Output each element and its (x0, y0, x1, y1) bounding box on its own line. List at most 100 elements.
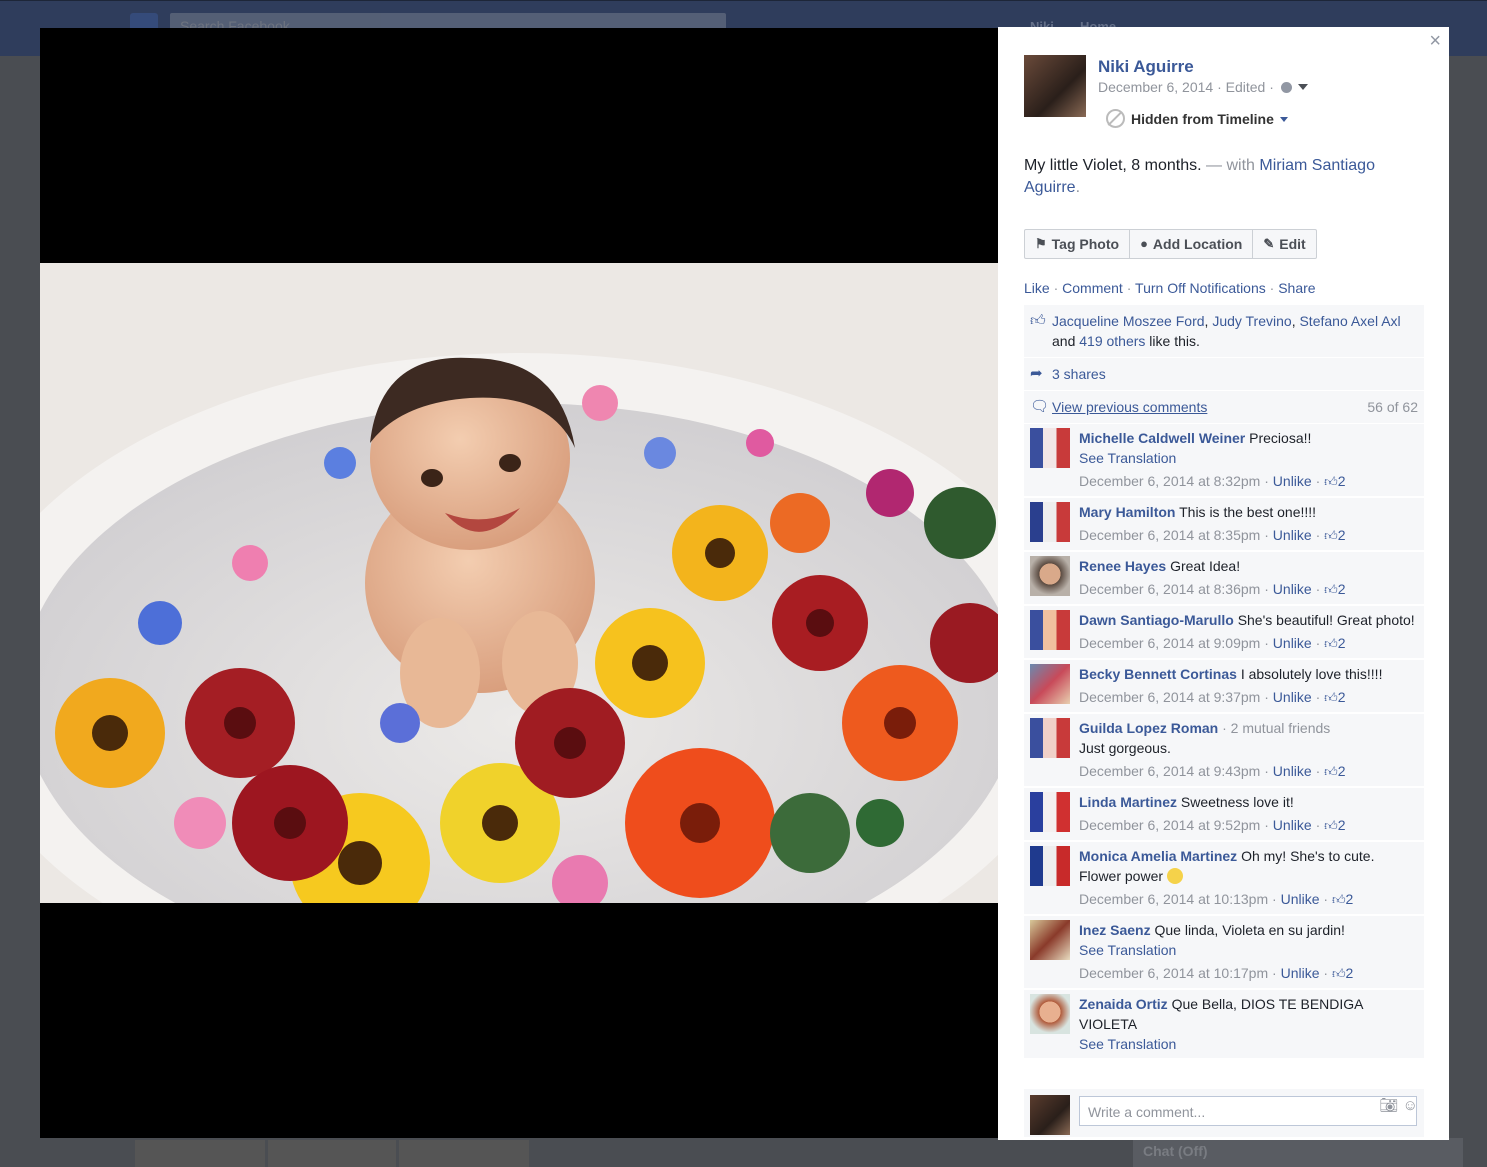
unlike-link[interactable]: Unlike (1273, 473, 1312, 489)
tag-icon: ⚑ (1035, 236, 1047, 251)
commenter-avatar[interactable] (1030, 610, 1070, 650)
commenter-name-link[interactable]: Linda Martinez (1079, 794, 1177, 810)
like-link[interactable]: Like (1024, 280, 1050, 296)
comment-like-count[interactable]: 2 (1338, 689, 1346, 705)
commenter-name-link[interactable]: Dawn Santiago-Marullo (1079, 612, 1234, 628)
commenter-name-link[interactable]: Michelle Caldwell Weiner (1079, 430, 1245, 446)
comment-like-count[interactable]: 2 (1338, 581, 1346, 597)
commenter-avatar[interactable] (1030, 502, 1070, 542)
comment-text: Preciosa!! (1249, 430, 1312, 446)
commenter-avatar[interactable] (1030, 664, 1070, 704)
comment-time[interactable]: December 6, 2014 at 8:35pm (1079, 527, 1260, 543)
commenter-name-link[interactable]: Inez Saenz (1079, 922, 1151, 938)
comment-time[interactable]: December 6, 2014 at 10:13pm (1079, 891, 1268, 907)
post-caption: My little Violet, 8 months. — with Miria… (1024, 155, 1404, 199)
comment-like-count[interactable]: 2 (1338, 763, 1346, 779)
post-meta: December 6, 2014 · Edited · (1098, 79, 1308, 95)
commenter-avatar[interactable] (1030, 920, 1070, 960)
action-separator: · (1053, 280, 1059, 296)
others-link[interactable]: 419 others (1079, 333, 1145, 349)
comment-like-count[interactable]: 2 (1338, 527, 1346, 543)
comment-time[interactable]: December 6, 2014 at 10:17pm (1079, 965, 1268, 981)
comment-time[interactable]: December 6, 2014 at 9:37pm (1079, 689, 1260, 705)
liker-link[interactable]: Jacqueline Moszee Ford (1052, 313, 1205, 329)
comment-like-count[interactable]: 2 (1346, 965, 1354, 981)
main-photo[interactable] (40, 263, 998, 903)
comment-time[interactable]: December 6, 2014 at 8:32pm (1079, 473, 1260, 489)
thumbs-up-icon: 👍︎ (1324, 818, 1338, 833)
commenter-avatar[interactable] (1030, 994, 1070, 1034)
comment-input[interactable]: Write a comment... (1079, 1096, 1417, 1126)
chat-bar[interactable]: Chat (Off) (1133, 1138, 1463, 1167)
comment-like-count[interactable]: 2 (1338, 635, 1346, 651)
turn-off-notifications-link[interactable]: Turn Off Notifications (1135, 280, 1266, 296)
comment-time[interactable]: December 6, 2014 at 9:43pm (1079, 763, 1260, 779)
thumbs-up-icon: 👍︎ (1324, 764, 1338, 779)
comment-like-count[interactable]: 2 (1338, 473, 1346, 489)
comment-text: I absolutely love this!!!! (1240, 666, 1383, 682)
add-location-button[interactable]: ● Add Location (1130, 230, 1254, 258)
smiley-emoji-icon (1166, 868, 1183, 884)
thumbs-up-icon: 👍︎ (1324, 474, 1338, 489)
commenter-avatar[interactable] (1030, 556, 1070, 596)
photo-stage (40, 28, 998, 1138)
mutual-friends-link[interactable]: · 2 mutual friends (1218, 720, 1330, 736)
unlike-link[interactable]: Unlike (1273, 689, 1312, 705)
globe-privacy-icon[interactable] (1280, 82, 1292, 93)
unlike-link[interactable]: Unlike (1281, 965, 1320, 981)
liker-link[interactable]: Judy Trevino (1212, 313, 1291, 329)
view-previous-comments-link[interactable]: View previous comments (1052, 399, 1207, 415)
see-translation-link[interactable]: See Translation (1079, 940, 1418, 960)
liker-link[interactable]: Stefano Axel Axl (1299, 313, 1400, 329)
tag-photo-label: Tag Photo (1051, 236, 1120, 252)
write-comment-box: Write a comment... 📷︎ ☺ (1024, 1089, 1424, 1137)
feedback-panel: 👍︎ Jacqueline Moszee Ford, Judy Trevino,… (1024, 305, 1424, 1060)
owner-name-link[interactable]: Niki Aguirre (1098, 57, 1194, 77)
commenter-name-link[interactable]: Zenaida Ortiz (1079, 996, 1168, 1012)
share-link[interactable]: Share (1278, 280, 1315, 296)
comment-item: Guilda Lopez Roman · 2 mutual friends Ju… (1024, 714, 1424, 788)
commenter-name-link[interactable]: Becky Bennett Cortinas (1079, 666, 1237, 682)
comment-like-count[interactable]: 2 (1338, 817, 1346, 833)
unlike-link[interactable]: Unlike (1273, 817, 1312, 833)
commenter-avatar[interactable] (1030, 718, 1070, 758)
commenter-name-link[interactable]: Monica Amelia Martinez (1079, 848, 1237, 864)
edited-label[interactable]: Edited (1226, 79, 1266, 95)
edit-button[interactable]: ✎ Edit (1253, 230, 1315, 258)
unlike-link[interactable]: Unlike (1273, 635, 1312, 651)
comment-like-count[interactable]: 2 (1346, 891, 1354, 907)
unlike-link[interactable]: Unlike (1273, 581, 1312, 597)
comment-time[interactable]: December 6, 2014 at 9:09pm (1079, 635, 1260, 651)
owner-avatar[interactable] (1024, 55, 1086, 117)
with-prefix: — with (1201, 157, 1260, 174)
shares-link[interactable]: 3 shares (1052, 366, 1106, 382)
comment-time[interactable]: December 6, 2014 at 8:36pm (1079, 581, 1260, 597)
likes-and: and (1052, 333, 1080, 349)
commenter-avatar[interactable] (1030, 846, 1070, 886)
commenter-name-link[interactable]: Guilda Lopez Roman (1079, 720, 1218, 736)
comment-item: Renee Hayes Great Idea! December 6, 2014… (1024, 552, 1424, 606)
see-translation-link[interactable]: See Translation (1079, 448, 1418, 468)
action-separator: · (1269, 280, 1275, 296)
thumbs-up-icon: 👍︎ (1331, 966, 1346, 981)
comment-item: Monica Amelia Martinez Oh my! She's to c… (1024, 842, 1424, 916)
close-icon[interactable]: × (1429, 31, 1441, 51)
unlike-link[interactable]: Unlike (1273, 763, 1312, 779)
comment-link[interactable]: Comment (1062, 280, 1123, 296)
commenter-name-link[interactable]: Mary Hamilton (1079, 504, 1175, 520)
post-date-link[interactable]: December 6, 2014 (1098, 79, 1213, 95)
unlike-link[interactable]: Unlike (1273, 527, 1312, 543)
see-translation-link[interactable]: See Translation (1079, 1034, 1418, 1054)
comment-time[interactable]: December 6, 2014 at 9:52pm (1079, 817, 1260, 833)
likes-row: 👍︎ Jacqueline Moszee Ford, Judy Trevino,… (1024, 305, 1424, 358)
hidden-from-timeline-dropdown[interactable]: Hidden from Timeline (1106, 109, 1288, 128)
camera-icon[interactable]: 📷︎ (1379, 1097, 1398, 1114)
commenter-avatar[interactable] (1030, 792, 1070, 832)
commenter-name-link[interactable]: Renee Hayes (1079, 558, 1166, 574)
emoji-icon[interactable]: ☺ (1403, 1097, 1418, 1114)
commenter-avatar[interactable] (1030, 428, 1070, 468)
unlike-link[interactable]: Unlike (1281, 891, 1320, 907)
chevron-down-icon[interactable] (1297, 84, 1308, 90)
chevron-down-icon (1279, 117, 1288, 122)
tag-photo-button[interactable]: ⚑ Tag Photo (1025, 230, 1131, 258)
